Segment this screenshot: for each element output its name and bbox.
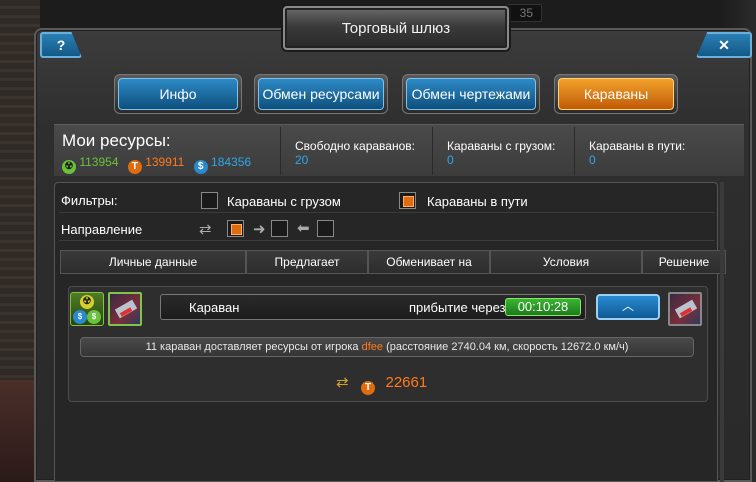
header-offers[interactable]: Предлагает xyxy=(246,250,368,274)
caravan-info-suffix: (расстояние 2740.04 км, скорость 12672.0… xyxy=(386,341,629,353)
loaded-caravans-label: Караваны с грузом: xyxy=(447,139,556,153)
cargo-amount: 22661 xyxy=(385,374,428,391)
caravan-status-bar: Караван прибытие через 00:10:28 xyxy=(160,294,586,320)
player-name-link[interactable]: dfee xyxy=(362,341,383,353)
radiation-small-icon: ☢ xyxy=(80,295,94,309)
top-counter: 35 xyxy=(519,6,533,20)
caravan-name: Караван xyxy=(189,300,240,315)
window-title-plate: Торговый шлюз xyxy=(283,6,509,50)
tab-info[interactable]: Инфо xyxy=(114,74,242,114)
moving-caravans-stat: Караваны в пути: 0 xyxy=(574,127,744,175)
cargo-row: ⇄ T 22661 xyxy=(336,373,428,395)
scrollbar-track[interactable] xyxy=(720,182,724,482)
swap-arrows-icon: ⇄ xyxy=(199,221,212,238)
arrow-right-icon: ➜ xyxy=(253,221,266,238)
header-exchanges-for[interactable]: Обменивает на xyxy=(368,250,490,274)
direction-outgoing-checkbox[interactable] xyxy=(271,220,288,237)
header-conditions[interactable]: Условия xyxy=(490,250,642,274)
direction-both-checkbox[interactable] xyxy=(227,220,244,237)
window-title: Торговый шлюз xyxy=(341,20,451,37)
free-caravans-stat: Свободно караванов: 20 xyxy=(280,127,432,175)
tab-caravans-label: Караваны xyxy=(558,78,674,110)
resources-panel: Мои ресурсы: ☢ 113954 T 139911 $ 184356 … xyxy=(54,124,744,176)
moving-caravans-value: 0 xyxy=(589,153,596,167)
exchange-arrows-icon: ⇄ xyxy=(336,374,349,391)
credits-icon: $ xyxy=(193,160,208,174)
filter-loaded-label: Караваны с грузом xyxy=(227,194,341,209)
tab-info-label: Инфо xyxy=(118,78,238,110)
arrival-label: прибытие через xyxy=(409,300,506,315)
caravan-info-prefix: 11 караван доставляет ресурсы от игрока xyxy=(145,341,359,353)
game-screen: 35 Торговый шлюз ? ✕ Инфо Обмен ресурсам… xyxy=(0,0,756,482)
filters-label: Фильтры: xyxy=(61,193,118,208)
close-icon: ✕ xyxy=(718,37,730,53)
tab-resource-exchange[interactable]: Обмен ресурсами xyxy=(254,74,388,114)
free-caravans-label: Свободно караванов: xyxy=(295,139,415,153)
caravan-info-line: 11 караван доставляет ресурсы от игрока … xyxy=(80,337,694,357)
receiver-avatar[interactable] xyxy=(668,292,702,326)
free-caravans-value: 20 xyxy=(295,153,309,167)
header-decision[interactable]: Решение xyxy=(642,250,726,274)
tab-blueprint-exchange[interactable]: Обмен чертежами xyxy=(402,74,540,114)
collapse-button[interactable]: ︿ xyxy=(596,294,660,320)
titanium-small-icon: $ xyxy=(87,310,101,324)
titanium-icon: T xyxy=(127,160,142,174)
credits-amount: 184356 xyxy=(211,155,252,169)
help-icon: ? xyxy=(56,37,66,53)
loaded-caravans-value: 0 xyxy=(447,153,454,167)
my-resources-values: ☢ 113954 T 139911 $ 184356 xyxy=(62,155,251,174)
credits-small-icon: $ xyxy=(73,310,87,324)
direction-label: Направление xyxy=(61,222,143,237)
filter-moving-label: Караваны в пути xyxy=(427,194,528,209)
titanium-amount: 139911 xyxy=(145,155,185,169)
direction-row: Направление ⇄ ➜ ⬅ xyxy=(59,215,715,241)
mixed-resources-icon: ☢ $ $ xyxy=(70,292,104,326)
tab-resource-exchange-label: Обмен ресурсами xyxy=(258,78,384,110)
direction-incoming-checkbox[interactable] xyxy=(317,220,334,237)
sender-avatar[interactable] xyxy=(108,292,142,326)
titanium-cargo-icon: T xyxy=(361,381,376,395)
loaded-caravans-stat: Караваны с грузом: 0 xyxy=(432,127,574,175)
tab-blueprint-exchange-label: Обмен чертежами xyxy=(406,78,536,110)
arrival-timer: 00:10:28 xyxy=(505,298,581,316)
filter-moving-checkbox[interactable] xyxy=(399,192,416,209)
chevron-up-icon: ︿ xyxy=(621,299,634,313)
radiation-icon: ☢ xyxy=(62,160,76,174)
background-tower xyxy=(0,380,36,482)
filter-row: Фильтры: Караваны с грузом Караваны в пу… xyxy=(59,187,715,213)
arrow-left-icon: ⬅ xyxy=(297,220,310,237)
filter-loaded-checkbox[interactable] xyxy=(201,192,218,209)
tab-caravans[interactable]: Караваны xyxy=(554,74,678,114)
radiation-amount: 113954 xyxy=(79,155,119,169)
header-personal-data[interactable]: Личные данные xyxy=(60,250,246,274)
moving-caravans-label: Караваны в пути: xyxy=(589,139,686,153)
my-resources-title: Мои ресурсы: xyxy=(62,131,171,150)
